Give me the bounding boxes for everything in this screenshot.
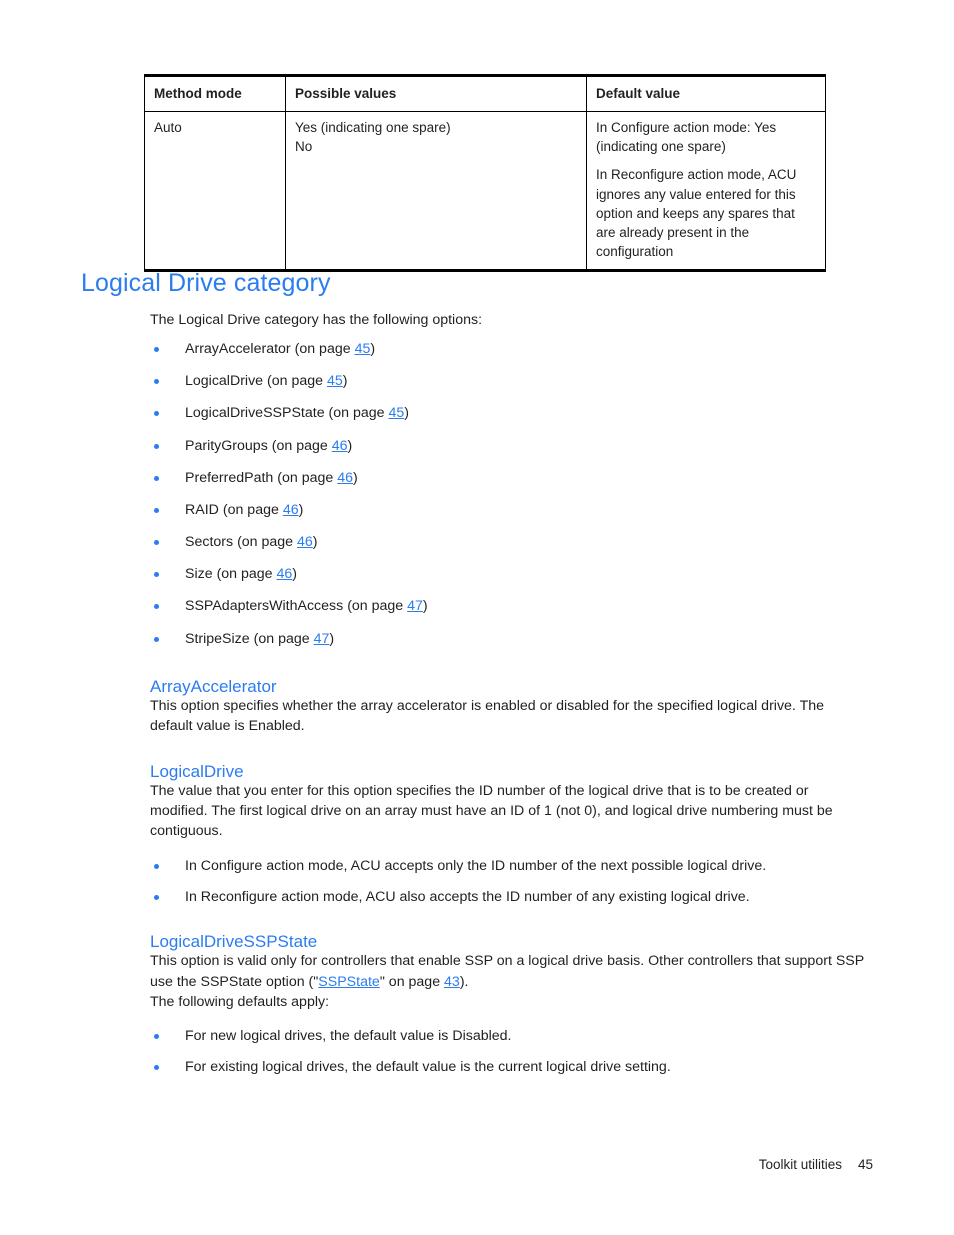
option-page-suffix: ) (329, 630, 335, 647)
body-content: The Logical Drive category has the follo… (150, 310, 868, 1077)
option-name: StripeSize (185, 630, 250, 647)
table-row: Auto Yes (indicating one spare) No In Co… (144, 111, 826, 273)
option-page-prefix: (on page (277, 469, 338, 486)
cell-method-mode: Auto (144, 111, 286, 273)
section-intro: The Logical Drive category has the follo… (150, 312, 483, 328)
possible-value-item: Yes (indicating one spare) (295, 120, 451, 136)
page-title: Logical Drive category (81, 269, 331, 297)
footer-page-number: 45 (857, 1157, 873, 1172)
method-mode-table: Method mode Possible values Default valu… (144, 73, 826, 273)
option-name: ArrayAccelerator (185, 341, 291, 358)
option-name: PreferredPath (185, 469, 274, 486)
options-list: ArrayAccelerator (on page 45) LogicalDri… (150, 339, 868, 649)
option-page-prefix: (on page (216, 566, 277, 583)
list-item: In Reconfigure action mode, ACU also acc… (150, 887, 868, 907)
list-item: SSPAdaptersWithAccess (on page 47) (150, 596, 868, 616)
list-item: LogicalDriveSSPState (on page 45) (150, 403, 868, 423)
option-page-suffix: ) (404, 405, 410, 422)
list-item: ArrayAccelerator (on page 45) (150, 339, 868, 359)
list-item: In Configure action mode, ACU accepts on… (150, 856, 868, 876)
page-link[interactable]: 47 (314, 631, 330, 647)
cell-possible-values: Yes (indicating one spare) No (285, 111, 587, 273)
list-item: ParityGroups (on page 46) (150, 436, 868, 456)
page-link[interactable]: 46 (337, 470, 353, 486)
page-link[interactable]: 46 (283, 502, 299, 518)
option-page-prefix: (on page (237, 534, 298, 551)
possible-value-item: No (295, 139, 313, 155)
logical-drive-ssp-state-body: This option is valid only for controller… (150, 951, 868, 991)
heading-logical-drive-ssp-state: LogicalDriveSSPState (150, 931, 318, 951)
default-value-paragraph: In Reconfigure action mode, ACU ignores … (596, 167, 797, 260)
option-page-suffix: ) (353, 469, 358, 486)
option-name: SSPAdaptersWithAccess (185, 598, 344, 615)
logical-drive-bullets: In Configure action mode, ACU accepts on… (150, 856, 868, 907)
defaults-intro: The following defaults apply: (150, 993, 330, 1010)
page-link[interactable]: 47 (407, 598, 423, 614)
option-page-suffix: ) (370, 341, 376, 358)
option-page-suffix: ) (298, 501, 304, 518)
option-page-prefix: (on page (267, 373, 327, 390)
page-link[interactable]: 45 (355, 341, 371, 357)
ssp-body-part2: " on page (379, 973, 445, 990)
option-name: LogicalDrive (185, 373, 264, 390)
default-value-paragraph: In Configure action mode: Yes (indicatin… (596, 120, 777, 155)
ssp-state-bullets: For new logical drives, the default valu… (150, 1026, 868, 1077)
sspstate-link[interactable]: SSPState (318, 974, 380, 990)
page-link[interactable]: 43 (444, 974, 460, 990)
footer-label: Toolkit utilities (758, 1157, 842, 1172)
list-item: RAID (on page 46) (150, 500, 868, 520)
option-page-prefix: (on page (294, 341, 355, 358)
table-header-row: Method mode Possible values Default valu… (144, 73, 826, 113)
option-name: LogicalDriveSSPState (185, 405, 325, 422)
option-page-suffix: ) (342, 373, 348, 390)
option-page-prefix: (on page (347, 598, 408, 615)
ssp-body-part1: This option is valid only for controller… (150, 953, 864, 990)
cell-default-value: In Configure action mode: Yes (indicatin… (586, 111, 826, 273)
option-page-suffix: ) (292, 566, 298, 583)
page-link[interactable]: 46 (277, 566, 293, 582)
option-page-prefix: (on page (328, 405, 389, 422)
page-footer: Toolkit utilities 45 (0, 1157, 873, 1172)
option-page-prefix: (on page (222, 501, 283, 518)
list-item: Size (on page 46) (150, 564, 868, 584)
logical-drive-body: The value that you enter for this option… (150, 783, 833, 840)
option-name: Sectors (185, 534, 234, 551)
page-link[interactable]: 45 (327, 373, 343, 389)
ssp-body-part3: ). (459, 973, 469, 990)
option-name: RAID (185, 501, 219, 518)
table-header-method-mode: Method mode (144, 73, 286, 113)
document-page: Method mode Possible values Default valu… (0, 0, 954, 1235)
option-page-suffix: ) (347, 437, 353, 454)
list-item: For existing logical drives, the default… (150, 1057, 868, 1077)
list-item: For new logical drives, the default valu… (150, 1026, 868, 1046)
option-name: Size (185, 566, 213, 583)
page-link[interactable]: 46 (297, 534, 313, 550)
option-page-suffix: ) (422, 598, 428, 615)
option-page-prefix: (on page (271, 437, 332, 454)
option-page-suffix: ) (312, 534, 318, 551)
page-link[interactable]: 46 (332, 438, 348, 454)
array-accelerator-body: This option specifies whether the array … (150, 698, 825, 735)
table-header-default-value: Default value (586, 73, 826, 113)
list-item: LogicalDrive (on page 45) (150, 371, 868, 391)
page-link[interactable]: 45 (389, 405, 405, 421)
list-item: Sectors (on page 46) (150, 532, 868, 552)
option-page-prefix: (on page (253, 630, 314, 647)
heading-logical-drive: LogicalDrive (150, 761, 244, 781)
list-item: StripeSize (on page 47) (150, 629, 868, 649)
table-header-possible-values: Possible values (285, 73, 587, 113)
heading-array-accelerator: ArrayAccelerator (150, 676, 277, 696)
option-name: ParityGroups (185, 437, 268, 454)
list-item: PreferredPath (on page 46) (150, 468, 868, 488)
